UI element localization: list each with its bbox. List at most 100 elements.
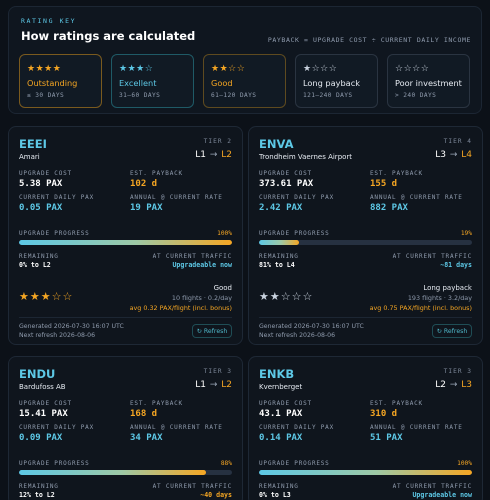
tier-range: 31–60 DAYS <box>119 92 161 99</box>
annual-value: 19 PAX <box>130 203 163 213</box>
tier-long-payback: ★☆☆☆ Long payback 121–240 DAYS <box>295 54 378 108</box>
remaining-label: REMAINING <box>19 253 59 260</box>
annual-label: ANNUAL @ CURRENT RATE <box>130 194 223 201</box>
level-from: L1 <box>195 150 206 160</box>
tier-stars-icon: ★★☆☆ <box>211 64 246 74</box>
daily-pax-value: 2.42 PAX <box>259 203 303 213</box>
tier-range: ≤ 30 DAYS <box>27 92 65 99</box>
upgrade-progress-label: UPGRADE PROGRESS <box>259 230 330 237</box>
annual-value: 51 PAX <box>370 433 403 443</box>
tier-stars-icon: ★☆☆☆ <box>303 64 338 74</box>
traffic-value: ~81 days <box>440 261 472 269</box>
level-from: L1 <box>195 380 206 390</box>
airport-name: Kvernberget <box>259 383 303 391</box>
next-refresh: Next refresh 2026-08-06 <box>259 332 336 339</box>
tier-label: TIER 3 <box>203 368 232 375</box>
tier-name: Good <box>211 78 233 88</box>
level-route: L1 → L2 <box>195 150 232 160</box>
upgrade-cost-value: 15.41 PAX <box>19 409 68 419</box>
airport-card-eeei: EEEI Amari TIER 2 L1 → L2 UPGRADE COST 5… <box>8 126 243 345</box>
airport-card-endu: ENDU Bardufoss AB TIER 3 L1 → L2 UPGRADE… <box>8 356 243 500</box>
level-route: L3 → L4 <box>435 150 472 160</box>
upgrade-progress-bar <box>19 240 232 245</box>
remaining-label: REMAINING <box>259 253 299 260</box>
rating-key-eyebrow: RATING KEY <box>21 17 77 25</box>
airport-code: EEEI <box>19 137 47 151</box>
upgrade-cost-label: UPGRADE COST <box>259 170 312 177</box>
airport-code: ENVA <box>259 137 294 151</box>
rating-label: Good <box>213 284 232 292</box>
upgrade-progress-bar <box>259 240 472 245</box>
remaining-label: REMAINING <box>259 483 299 490</box>
remaining-label: REMAINING <box>19 483 59 490</box>
level-from: L3 <box>435 150 446 160</box>
rating-stars-icon: ★★☆☆☆ <box>259 290 314 303</box>
rating-key-panel: RATING KEY How ratings are calculated PA… <box>8 6 482 114</box>
traffic-label: AT CURRENT TRAFFIC <box>152 483 232 490</box>
progress-fill <box>19 240 232 245</box>
progress-fill <box>19 470 207 475</box>
upgrade-cost-label: UPGRADE COST <box>259 400 312 407</box>
progress-fill <box>259 470 472 475</box>
est-payback-value: 168 d <box>130 409 158 419</box>
tier-label: TIER 4 <box>443 138 472 145</box>
level-from: L2 <box>435 380 446 390</box>
remaining-value: 81% to L4 <box>259 261 295 269</box>
generated-timestamp: Generated 2026-07-30 16:07 UTC <box>19 323 124 330</box>
airport-name: Bardufoss AB <box>19 383 66 391</box>
annual-value: 882 PAX <box>370 203 408 213</box>
refresh-button[interactable]: ↻ Refresh <box>192 324 232 338</box>
upgrade-progress-percent: 19% <box>460 230 472 237</box>
rating-label: Long payback <box>423 284 472 292</box>
tier-range: 121–240 DAYS <box>303 92 353 99</box>
daily-pax-value: 0.05 PAX <box>19 203 63 213</box>
daily-pax-value: 0.09 PAX <box>19 433 63 443</box>
upgrade-progress-label: UPGRADE PROGRESS <box>259 460 330 467</box>
airport-name: Trondheim Vaernes Airport <box>259 153 353 161</box>
tier-poor-investment: ☆☆☆☆ Poor investment > 240 DAYS <box>387 54 470 108</box>
annual-label: ANNUAL @ CURRENT RATE <box>370 194 463 201</box>
arrow-right-icon: → <box>209 150 218 160</box>
upgrade-progress-bar <box>19 470 232 475</box>
level-route: L1 → L2 <box>195 380 232 390</box>
arrow-right-icon: → <box>449 150 458 160</box>
upgrade-cost-value: 43.1 PAX <box>259 409 303 419</box>
next-refresh: Next refresh 2026-08-06 <box>19 332 96 339</box>
remaining-value: 12% to L2 <box>19 491 55 499</box>
tier-name: Long payback <box>303 78 360 88</box>
remaining-value: 0% to L3 <box>259 491 291 499</box>
upgrade-cost-value: 373.61 PAX <box>259 179 314 189</box>
generated-timestamp: Generated 2026-07-30 16:07 UTC <box>259 323 364 330</box>
tier-stars-icon: ★★★★ <box>27 64 62 74</box>
traffic-label: AT CURRENT TRAFFIC <box>152 253 232 260</box>
est-payback-label: EST. PAYBACK <box>370 170 423 177</box>
refresh-icon: ↻ <box>196 327 202 335</box>
refresh-button[interactable]: ↻ Refresh <box>432 324 472 338</box>
tier-label: TIER 3 <box>443 368 472 375</box>
est-payback-value: 155 d <box>370 179 398 189</box>
daily-pax-label: CURRENT DAILY PAX <box>19 194 95 201</box>
arrow-right-icon: → <box>449 380 458 390</box>
tier-range: 61–120 DAYS <box>211 92 257 99</box>
rating-stars-icon: ★★★☆☆ <box>19 290 74 303</box>
daily-pax-label: CURRENT DAILY PAX <box>19 424 95 431</box>
airport-card-enva: ENVA Trondheim Vaernes Airport TIER 4 L3… <box>248 126 483 345</box>
upgrade-cost-label: UPGRADE COST <box>19 170 72 177</box>
upgrade-progress-label: UPGRADE PROGRESS <box>19 230 90 237</box>
traffic-value: Upgradeable now <box>172 261 232 269</box>
upgrade-progress-percent: 100% <box>457 460 472 467</box>
level-to: L2 <box>221 380 232 390</box>
traffic-value: ~40 days <box>200 491 232 499</box>
upgrade-progress-bar <box>259 470 472 475</box>
remaining-value: 0% to L2 <box>19 261 51 269</box>
refresh-label: Refresh <box>443 327 468 335</box>
flights-summary: 10 flights · 0.2/day <box>171 294 232 302</box>
airport-code: ENDU <box>19 367 56 381</box>
tier-name: Poor investment <box>395 78 462 88</box>
progress-fill <box>259 240 300 245</box>
est-payback-value: 102 d <box>130 179 158 189</box>
traffic-value: Upgradeable now <box>412 491 472 499</box>
divider <box>19 317 232 318</box>
annual-label: ANNUAL @ CURRENT RATE <box>130 424 223 431</box>
avg-pax-per-flight: avg 0.32 PAX/flight (incl. bonus) <box>129 304 232 312</box>
